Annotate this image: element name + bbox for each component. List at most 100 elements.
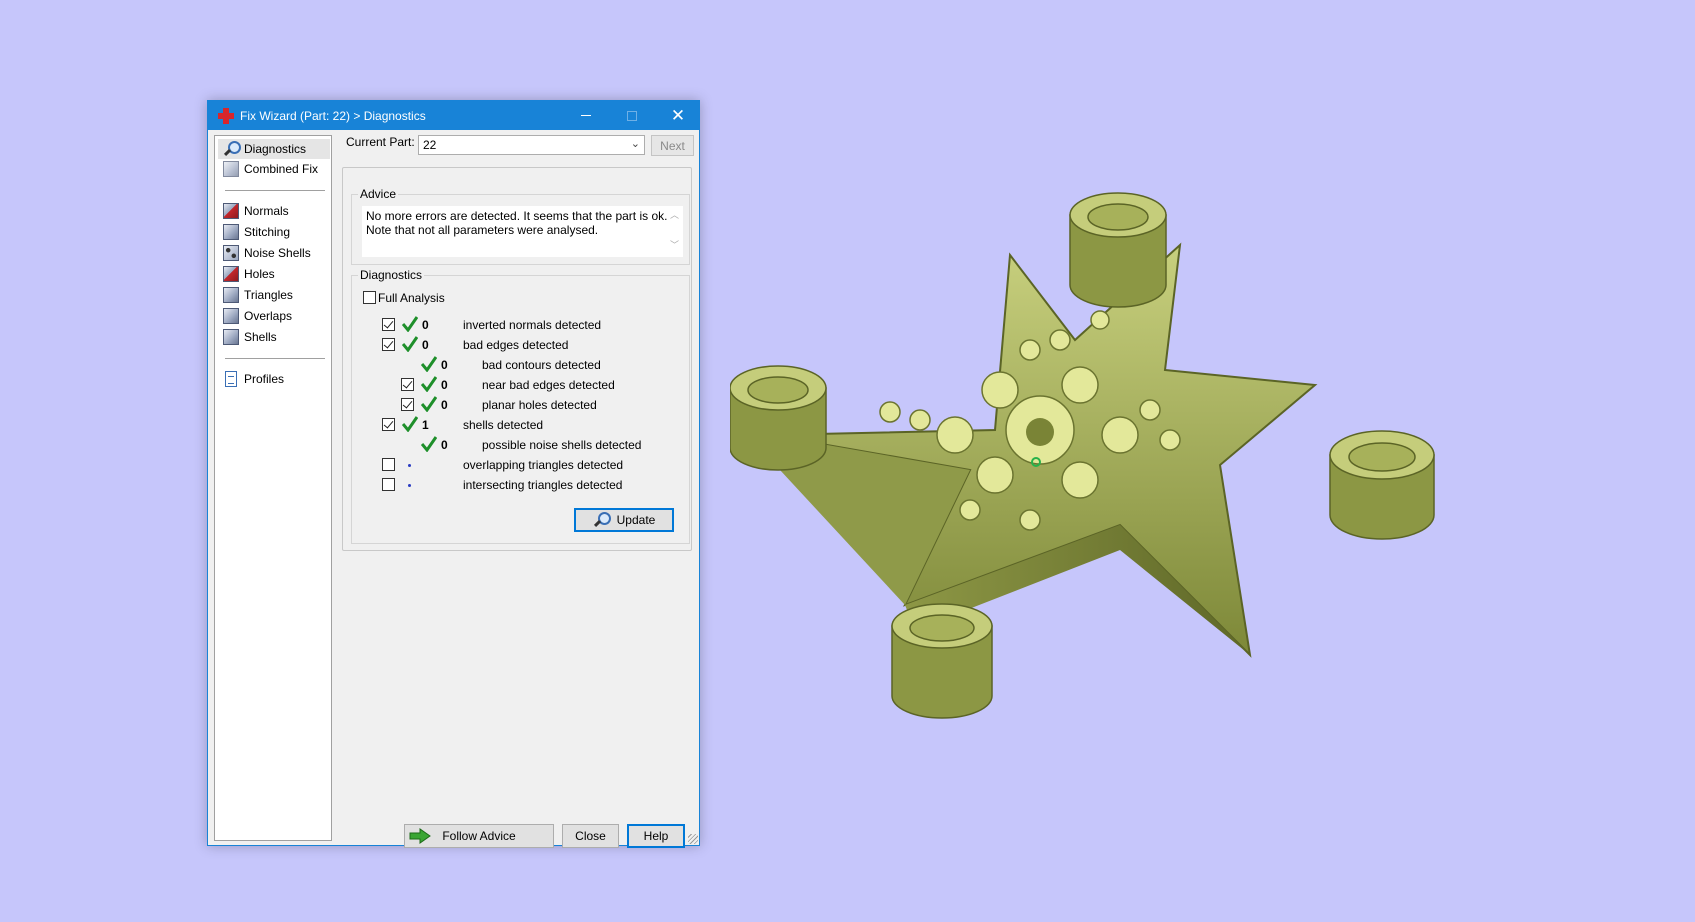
normals-cube-icon bbox=[223, 203, 239, 219]
scroll-up-icon: ︿ bbox=[669, 210, 679, 220]
advice-text-box: No more errors are detected. It seems th… bbox=[362, 206, 683, 257]
profiles-document-icon bbox=[225, 371, 237, 387]
diagnostic-label: inverted normals detected bbox=[463, 318, 602, 332]
window-title: Fix Wizard (Part: 22) > Diagnostics bbox=[240, 108, 426, 123]
maximize-icon bbox=[627, 110, 637, 121]
diagnostic-checkbox[interactable] bbox=[401, 378, 414, 391]
sidebar-item-label: Overlaps bbox=[244, 309, 293, 323]
update-label: Update bbox=[616, 513, 656, 527]
noise-shells-icon bbox=[223, 245, 239, 261]
diagnostics-group: Diagnostics Full Analysis 0 inverted norm… bbox=[351, 268, 690, 544]
advice-line-2: Note that not all parameters were analys… bbox=[366, 223, 599, 237]
full-analysis-label: Full Analysis bbox=[378, 291, 445, 305]
green-check-icon bbox=[402, 316, 418, 332]
diagnostic-label: intersecting triangles detected bbox=[463, 478, 623, 492]
overlaps-cube-icon bbox=[223, 308, 239, 324]
green-check-icon bbox=[421, 356, 437, 372]
sidebar-item-overlaps[interactable]: Overlaps bbox=[218, 306, 330, 326]
minimize-button[interactable] bbox=[563, 101, 609, 130]
diagnostic-checkbox[interactable] bbox=[382, 458, 395, 471]
diagnostics-title: Diagnostics bbox=[358, 268, 425, 282]
close-icon: ✕ bbox=[670, 105, 686, 125]
diagnostic-count: 0 bbox=[441, 358, 448, 372]
update-button[interactable]: Update bbox=[574, 508, 674, 532]
sidebar-item-label: Triangles bbox=[244, 288, 293, 302]
scroll-down-icon: ﹀ bbox=[669, 240, 679, 250]
not-run-dot-icon bbox=[408, 484, 411, 487]
sidebar-item-stitching[interactable]: Stitching bbox=[218, 222, 330, 242]
chevron-down-icon: ⌄ bbox=[630, 138, 640, 150]
green-check-icon bbox=[421, 436, 437, 452]
minimize-icon bbox=[581, 115, 591, 116]
diagnostic-checkbox[interactable] bbox=[382, 478, 395, 491]
triangles-cube-icon bbox=[223, 287, 239, 303]
current-part-label: Current Part: bbox=[346, 135, 415, 149]
diagnostic-checkbox[interactable] bbox=[401, 398, 414, 411]
follow-advice-button[interactable]: Follow Advice bbox=[404, 824, 554, 848]
diagnostic-label: overlapping triangles detected bbox=[463, 458, 624, 472]
green-check-icon bbox=[402, 336, 418, 352]
sidebar-divider bbox=[225, 358, 325, 359]
green-check-icon bbox=[421, 396, 437, 412]
stitching-cube-icon bbox=[223, 224, 239, 240]
wizard-sidebar: Diagnostics Combined Fix Normals Stitchi… bbox=[214, 135, 332, 841]
close-window-button[interactable]: ✕ bbox=[655, 101, 701, 130]
sidebar-item-label: Noise Shells bbox=[244, 246, 311, 260]
fix-wizard-window: Fix Wizard (Part: 22) > Diagnostics ✕ Di… bbox=[207, 100, 700, 848]
help-button[interactable]: Help bbox=[627, 824, 685, 848]
sidebar-item-label: Shells bbox=[244, 330, 277, 344]
maximize-button[interactable] bbox=[609, 101, 655, 130]
holes-cube-icon bbox=[223, 266, 239, 282]
sidebar-item-label: Holes bbox=[244, 267, 275, 281]
sidebar-item-diagnostics[interactable]: Diagnostics bbox=[218, 139, 330, 159]
sidebar-item-normals[interactable]: Normals bbox=[218, 201, 330, 221]
diagnostic-count: 0 bbox=[441, 438, 448, 452]
green-check-icon bbox=[421, 376, 437, 392]
advice-scrollbar[interactable]: ︿ ﹀ bbox=[667, 208, 682, 255]
diagnostic-count: 0 bbox=[441, 398, 448, 412]
3d-part-model[interactable] bbox=[730, 180, 1510, 770]
diagnostic-label: bad contours detected bbox=[482, 358, 601, 372]
diagnostic-count: 0 bbox=[441, 378, 448, 392]
next-button[interactable]: Next bbox=[651, 135, 694, 156]
sidebar-item-label: Diagnostics bbox=[244, 142, 307, 156]
current-part-select[interactable]: 22 ⌄ bbox=[418, 135, 645, 155]
diagnostic-label: near bad edges detected bbox=[482, 378, 615, 392]
diagnostic-checkbox[interactable] bbox=[382, 318, 395, 331]
diagnostics-panel: Advice No more errors are detected. It s… bbox=[342, 167, 692, 551]
not-run-dot-icon bbox=[408, 464, 411, 467]
green-arrow-icon bbox=[409, 828, 431, 847]
cube-icon bbox=[223, 161, 239, 177]
sidebar-item-triangles[interactable]: Triangles bbox=[218, 285, 330, 305]
title-bar[interactable]: Fix Wizard (Part: 22) > Diagnostics ✕ bbox=[208, 101, 699, 130]
diagnostic-label: possible noise shells detected bbox=[482, 438, 642, 452]
sidebar-item-label: Profiles bbox=[244, 372, 285, 386]
diagnostic-count: 1 bbox=[422, 418, 429, 432]
diagnostic-label: shells detected bbox=[463, 418, 544, 432]
follow-advice-label: Follow Advice bbox=[442, 829, 516, 843]
full-analysis-checkbox[interactable] bbox=[363, 291, 376, 304]
diagnostic-label: planar holes detected bbox=[482, 398, 597, 412]
sidebar-item-combined-fix[interactable]: Combined Fix bbox=[218, 159, 330, 179]
magnifier-icon bbox=[223, 141, 241, 157]
close-button[interactable]: Close bbox=[562, 824, 619, 848]
shells-cube-icon bbox=[223, 329, 239, 345]
diagnostic-count: 0 bbox=[422, 318, 429, 332]
advice-title: Advice bbox=[358, 187, 399, 201]
current-part-value: 22 bbox=[423, 138, 437, 152]
sidebar-item-shells[interactable]: Shells bbox=[218, 327, 330, 347]
resize-grip[interactable] bbox=[688, 834, 698, 844]
sidebar-item-holes[interactable]: Holes bbox=[218, 264, 330, 284]
sidebar-divider bbox=[225, 190, 325, 191]
magnifier-icon bbox=[593, 512, 611, 528]
red-cross-app-icon bbox=[218, 107, 234, 124]
sidebar-item-label: Combined Fix bbox=[244, 162, 319, 176]
advice-group: Advice No more errors are detected. It s… bbox=[351, 187, 690, 265]
advice-line-1: No more errors are detected. It seems th… bbox=[366, 209, 668, 223]
diagnostic-checkbox[interactable] bbox=[382, 418, 395, 431]
sidebar-item-profiles[interactable]: Profiles bbox=[218, 369, 330, 389]
diagnostic-checkbox[interactable] bbox=[382, 338, 395, 351]
sidebar-item-noise-shells[interactable]: Noise Shells bbox=[218, 243, 330, 263]
diagnostic-label: bad edges detected bbox=[463, 338, 569, 352]
green-check-icon bbox=[402, 416, 418, 432]
